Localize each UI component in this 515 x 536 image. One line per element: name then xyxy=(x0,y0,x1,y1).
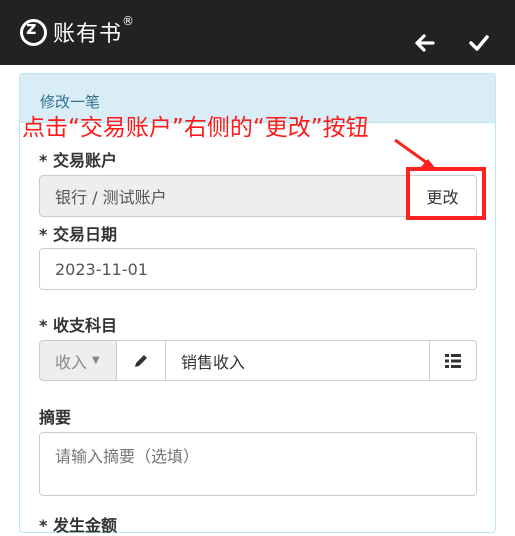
memo-textarea[interactable] xyxy=(39,432,477,496)
arrow-left-icon xyxy=(415,34,435,52)
memo-label: 摘要 xyxy=(39,408,72,427)
pencil-icon xyxy=(135,354,147,367)
account-value: 银行 / 测试账户 xyxy=(55,188,167,207)
logo-icon xyxy=(20,18,47,46)
category-input[interactable]: 销售收入 xyxy=(165,340,430,381)
list-icon xyxy=(445,353,461,368)
confirm-button[interactable] xyxy=(464,28,494,58)
app-logo: 账有书® xyxy=(20,14,135,50)
account-label: * 交易账户 xyxy=(39,151,117,170)
annotation-highlight-box xyxy=(406,167,486,220)
back-button[interactable] xyxy=(410,28,440,58)
date-value: 2023-11-01 xyxy=(55,259,148,279)
top-navbar: 账有书® xyxy=(0,0,515,65)
category-label: * 收支科目 xyxy=(39,316,117,335)
edit-category-button[interactable] xyxy=(116,340,166,381)
amount-label: * 发生金额 xyxy=(39,516,117,535)
category-list-button[interactable] xyxy=(429,340,477,381)
category-value: 销售收入 xyxy=(181,352,246,372)
date-label: * 交易日期 xyxy=(39,225,117,244)
category-type-dropdown[interactable]: 收入 ▼ xyxy=(39,340,117,381)
caret-down-icon: ▼ xyxy=(92,355,100,366)
category-type-value: 收入 xyxy=(55,352,88,372)
app-name: 账有书® xyxy=(53,14,136,47)
check-icon xyxy=(469,35,489,51)
account-field: 银行 / 测试账户 xyxy=(39,175,409,217)
date-input[interactable]: 2023-11-01 xyxy=(39,248,477,290)
annotation-text: 点击“交易账户”右侧的“更改”按钮 xyxy=(22,115,369,141)
